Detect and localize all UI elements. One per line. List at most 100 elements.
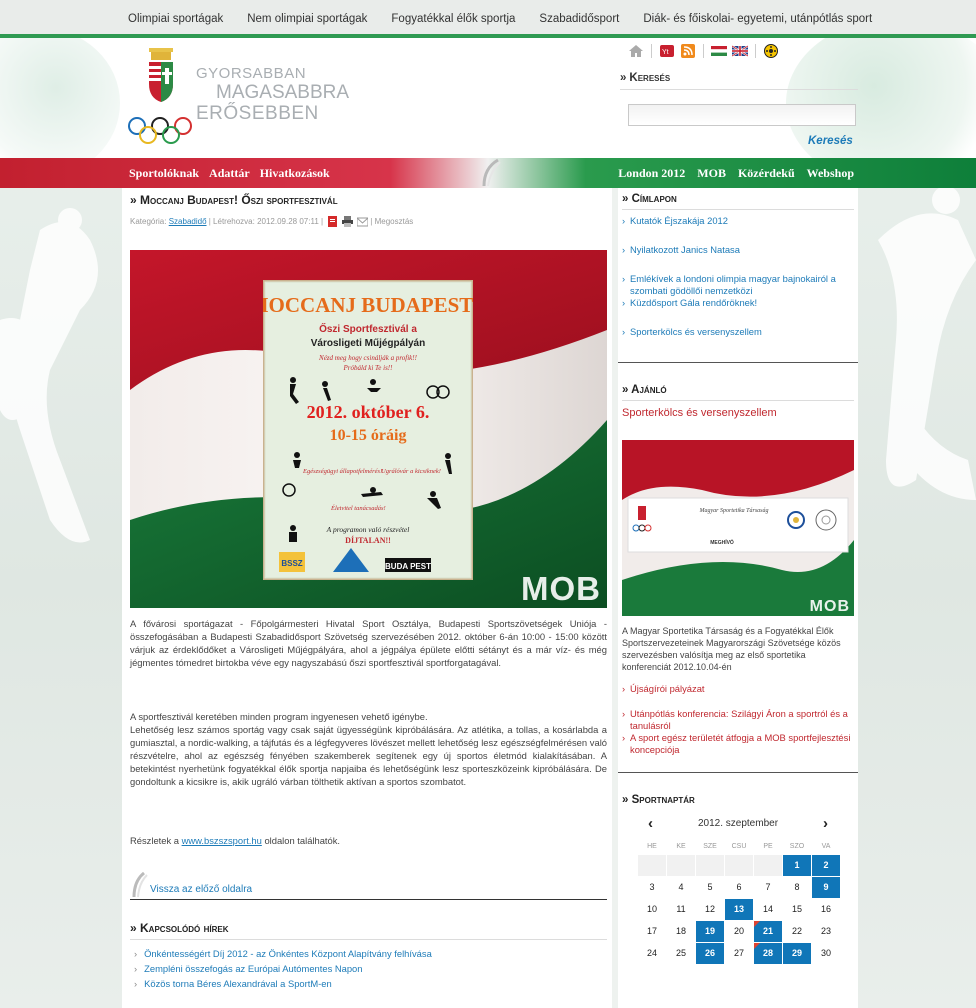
topnav-fogyatekkal[interactable]: Fogyatékkal élők sportja	[391, 13, 515, 25]
search-box: » Keresés	[620, 72, 858, 126]
main-menu-bar: Sportolóknak Adattár Hivatkozások London…	[0, 158, 976, 188]
svg-text:Ugrálóvár a kicsiknek!: Ugrálóvár a kicsiknek!	[381, 468, 441, 475]
bszszsport-link[interactable]: www.bszszsport.hu	[182, 835, 262, 846]
ajanlo-flag-background: Magyar Sportetika Társaság MEGHÍVÓ	[622, 440, 854, 616]
hungarian-flag-icon[interactable]	[711, 44, 727, 58]
meta-created: Létrehozva: 2012.09.28 07:11	[213, 217, 319, 226]
menu-leaf-icon	[482, 158, 501, 187]
article-paragraph-2: A sportfesztivál keretében minden progra…	[130, 711, 428, 722]
calendar-day[interactable]: 13	[725, 899, 753, 920]
calendar-prev-button[interactable]: ‹	[648, 815, 653, 832]
svg-text:Yt: Yt	[662, 49, 669, 56]
related-news-item[interactable]: › Zempléni összefogás az Európai Autóment…	[134, 963, 432, 974]
sidebar: » Címlapon Kutatók Éjszakája 2012 Nyilat…	[618, 188, 858, 1008]
calendar-dow: PE	[763, 843, 773, 850]
calendar-day: 17	[638, 921, 666, 942]
meta-category-link[interactable]: Szabadidő	[169, 217, 207, 226]
calendar-day: 30	[812, 943, 840, 964]
meta-share[interactable]: Megosztás	[375, 217, 414, 226]
cimlapon-item[interactable]: Emlékívek a londoni olimpia magyar bajno…	[622, 273, 854, 297]
back-link-bar: Vissza az előző oldalra	[130, 872, 607, 900]
sidebar-divider	[618, 362, 858, 363]
event-poster: MOCCANJ BUDAPEST!! Őszi Sportfesztivál a…	[263, 280, 473, 580]
cimlapon-item[interactable]: Kutatók Éjszakája 2012	[622, 215, 854, 227]
calendar-header: ‹ 2012. szeptember ›	[622, 814, 854, 832]
menu-kozerdeku[interactable]: Közérdekű	[738, 166, 795, 181]
related-news-title: » Kapcsolódó hírek	[130, 921, 607, 940]
home-icon[interactable]	[628, 44, 644, 58]
search-title: » Keresés	[620, 72, 858, 90]
menu-hivatkozasok[interactable]: Hivatkozások	[260, 166, 330, 181]
ajanlo-subtitle[interactable]: Sporterkölcs és versenyszellem	[622, 407, 777, 419]
youtube-icon[interactable]: Yt	[659, 44, 675, 58]
topnav-diak[interactable]: Diák- és főiskolai- egyetemi, utánpótlás…	[643, 13, 872, 25]
calendar-day[interactable]: 19	[696, 921, 724, 942]
menu-mob[interactable]: MOB	[697, 166, 726, 181]
calendar-day[interactable]: 28	[754, 943, 782, 964]
article-hero-image: MOCCANJ BUDAPEST!! Őszi Sportfesztivál a…	[130, 250, 607, 608]
calendar-empty-cell	[754, 855, 782, 876]
search-button[interactable]: Keresés	[808, 135, 972, 147]
ajanlo-item[interactable]: Újságírói pályázat	[622, 683, 854, 695]
ajanlo-item[interactable]: Utánpótlás konferencia: Szilágyi Áron a …	[622, 708, 854, 732]
calendar-day: 8	[783, 877, 811, 898]
back-arrow-icon	[132, 872, 148, 898]
menu-london-2012[interactable]: London 2012	[618, 166, 685, 181]
calendar-next-button[interactable]: ›	[823, 815, 828, 832]
menu-adattar[interactable]: Adattár	[209, 166, 250, 181]
poster-free-2: DÍJTALAN!!	[345, 535, 391, 545]
article-title: » Moccanj Budapest! Őszi sportfesztivál	[130, 193, 338, 207]
calendar-dow: SZE	[703, 843, 717, 850]
calendar-empty-cell	[638, 855, 666, 876]
calendar-day[interactable]: 21	[754, 921, 782, 942]
calendar-day: 12	[696, 899, 724, 920]
ajanlo-img-org: Magyar Sportetika Társaság	[699, 508, 769, 514]
calendar-day[interactable]: 2	[812, 855, 840, 876]
calendar: ‹ 2012. szeptember › HE KE SZE CSU PE SZ…	[622, 814, 854, 964]
calendar-dow: KE	[676, 843, 686, 850]
topnav-szabadido[interactable]: Szabadidősport	[539, 13, 619, 25]
calendar-day[interactable]: 26	[696, 943, 724, 964]
topnav-nem-olimpiai[interactable]: Nem olimpiai sportágak	[247, 13, 367, 25]
related-news-item[interactable]: › Közös torna Béres Alexandrával a SportM…	[134, 978, 432, 989]
pdf-icon[interactable]	[327, 216, 338, 227]
rss-icon[interactable]	[680, 44, 696, 58]
calendar-dow: HE	[647, 843, 657, 850]
calendar-day: 5	[696, 877, 724, 898]
slogan-line-3: ERŐSEBBEN	[196, 103, 319, 124]
cimlapon-item[interactable]: Küzdősport Gála rendőröknek!	[622, 297, 854, 309]
accessibility-icon[interactable]	[763, 44, 779, 58]
calendar-day: 3	[638, 877, 666, 898]
calendar-day: 7	[754, 877, 782, 898]
uk-flag-icon[interactable]	[732, 44, 748, 58]
cimlapon-item[interactable]: Sporterkölcs és versenyszellem	[622, 326, 854, 338]
hungarian-crest-logo[interactable]	[143, 48, 179, 104]
cimlapon-item[interactable]: Nyilatkozott Janics Natasa	[622, 244, 854, 256]
search-input[interactable]	[628, 104, 856, 126]
poster-line-3: Nézd meg hogy csinálják a profik!!	[318, 354, 418, 362]
calendar-day[interactable]: 9	[812, 877, 840, 898]
toolbar-divider	[651, 44, 652, 58]
related-news-item[interactable]: › Önkéntességért Díj 2012 - az Önkéntes K…	[134, 948, 432, 959]
topnav-olimpiai[interactable]: Olimpiai sportágak	[128, 13, 223, 25]
ajanlo-item[interactable]: A sport egész területét átfogja a MOB sp…	[622, 732, 854, 756]
olympic-rings-logo	[128, 117, 192, 144]
poster-line-4: Próbáld ki Te is!!	[343, 364, 394, 372]
ajanlo-image[interactable]: Magyar Sportetika Társaság MEGHÍVÓ MOB	[622, 440, 854, 616]
header-decoration-left	[0, 38, 120, 158]
poster-free-1: A programon való részvétel	[326, 525, 410, 534]
calendar-day: 11	[667, 899, 695, 920]
print-icon[interactable]	[342, 216, 354, 227]
calendar-day[interactable]: 29	[783, 943, 811, 964]
menu-webshop[interactable]: Webshop	[807, 166, 854, 181]
ajanlo-watermark: MOB	[809, 598, 850, 615]
menu-sportoloknak[interactable]: Sportolóknak	[129, 166, 199, 181]
calendar-day[interactable]: 1	[783, 855, 811, 876]
slogan-line-1: GYORSABBAN	[196, 65, 307, 82]
calendar-empty-cell	[725, 855, 753, 876]
calendar-day: 20	[725, 921, 753, 942]
article-meta: Kategória: Szabadidő | Létrehozva: 2012.…	[130, 216, 414, 227]
email-icon[interactable]	[357, 216, 369, 227]
calendar-dow: CSU	[731, 843, 747, 850]
back-link[interactable]: Vissza az előző oldalra	[150, 884, 252, 895]
